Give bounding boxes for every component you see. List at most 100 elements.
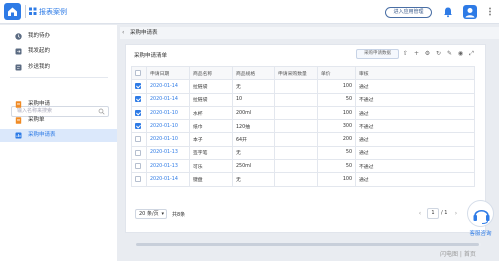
enter-app-management-button[interactable]: 进入应用管理 — [385, 7, 432, 18]
spec-cell: 无 — [232, 172, 275, 187]
status-cell: 通过 — [355, 132, 475, 147]
total-count: 共8条 — [172, 212, 186, 218]
date-cell: 2020-01-13 — [146, 159, 190, 174]
headset-icon[interactable] — [467, 200, 494, 227]
checkbox-cell[interactable] — [131, 172, 147, 187]
sidebar: 我的待办 我发起的 抄送我的 输入名称来搜索 采购申请 采购单 采购申请表 — [0, 25, 117, 261]
sidebar-item-label: 我发起的 — [28, 48, 51, 54]
checkbox-cell[interactable] — [131, 159, 147, 174]
row-checkbox[interactable] — [135, 136, 141, 143]
checkbox-cell[interactable] — [131, 79, 147, 94]
refresh-icon[interactable]: ↻ — [435, 50, 442, 57]
user-avatar[interactable] — [463, 5, 477, 19]
checkbox-cell[interactable] — [131, 105, 147, 121]
next-page-button[interactable]: › — [451, 208, 461, 219]
watermark: 闪电图 | 首页 — [440, 251, 476, 258]
row-checkbox[interactable] — [135, 83, 141, 90]
bell-icon[interactable] — [442, 6, 454, 18]
collapse-chevron-icon[interactable]: ‹ — [122, 29, 124, 37]
row-checkbox[interactable] — [135, 109, 141, 116]
product-name-cell: 纸巾 — [189, 119, 233, 134]
table-row[interactable]: 2020-01-13 可乐 250ml 50 不通过 — [131, 159, 475, 174]
select-all-cell[interactable] — [131, 65, 147, 81]
purchase-request-data-button[interactable]: 采购申请数据 — [356, 49, 399, 59]
settings-icon[interactable]: ⚙ — [424, 50, 431, 57]
column-header[interactable]: 商品规格 — [232, 65, 275, 81]
page-size-value: 20 条/页 — [139, 211, 159, 217]
fullscreen-icon[interactable]: ⤢ — [468, 50, 475, 57]
column-header[interactable]: 商品名称 — [189, 65, 233, 81]
data-table: 申请日期 商品名称 商品规格 申请采购数量 单价 审核 2020-01-14 拉链… — [131, 65, 475, 187]
quantity-cell — [274, 132, 318, 147]
prev-page-button[interactable]: ‹ — [415, 208, 425, 219]
report-panel: 采购申请清单 采购申请数据 ⇧ + ⚙ ↻ ✎ ◉ ⤢ 采购单深化 申请日期 商… — [125, 44, 486, 246]
scrollbar-thumb[interactable] — [136, 243, 479, 246]
date-cell: 2020-01-10 — [146, 119, 190, 134]
date-cell: 2020-01-14 — [146, 92, 190, 107]
sidebar-item-label: 采购申请表 — [28, 132, 56, 138]
quantity-cell — [274, 172, 318, 187]
sidebar-item-purchase-request-report[interactable]: 采购申请表 — [0, 129, 117, 142]
row-checkbox[interactable] — [135, 96, 141, 103]
column-header[interactable]: 申请采购数量 — [274, 65, 318, 81]
select-all-checkbox[interactable] — [135, 69, 141, 76]
sidebar-item-my-initiated[interactable]: 我发起的 — [0, 45, 117, 58]
todo-icon — [15, 33, 22, 40]
share-icon[interactable]: ⇧ — [402, 50, 409, 57]
spec-cell: 200ml — [232, 105, 275, 121]
column-header[interactable]: 申请日期 — [146, 65, 190, 81]
spec-cell: 120抽 — [232, 119, 275, 134]
sidebar-item-purchase-order[interactable]: 采购单 — [0, 114, 117, 127]
sidebar-item-label: 抄送我的 — [28, 64, 51, 70]
customer-service-widget[interactable]: 客服咨询 — [462, 200, 499, 240]
table-row[interactable]: 2020-01-14 键盘无 100 通过 — [131, 172, 475, 187]
status-cell: 不通过 — [355, 92, 475, 107]
row-checkbox[interactable] — [135, 162, 141, 169]
page-size-select[interactable]: 20 条/页 ▾ — [135, 209, 167, 219]
row-checkbox[interactable] — [135, 176, 141, 183]
sidebar-item-my-todo[interactable]: 我的待办 — [0, 30, 117, 43]
tab-label: 采购申请表 — [130, 30, 158, 36]
table-row[interactable]: 2020-01-10 水杯 200ml 100 通过 — [131, 105, 475, 121]
row-checkbox[interactable] — [135, 123, 141, 130]
column-header[interactable]: 单价 — [317, 65, 356, 81]
quantity-cell — [274, 92, 318, 107]
status-cell: 通过 — [355, 172, 475, 187]
current-page-input[interactable]: 1 — [427, 208, 439, 219]
date-cell: 2020-01-13 — [146, 145, 190, 161]
checkbox-cell[interactable] — [131, 145, 147, 161]
checkbox-cell[interactable] — [131, 92, 147, 107]
more-menu-icon[interactable] — [486, 7, 494, 16]
checkbox-cell[interactable] — [131, 132, 147, 147]
table-row[interactable]: 2020-01-10 纸巾 120抽 300 不通过 — [131, 119, 475, 134]
table-row[interactable]: 2020-01-14 拉链袋无 100 通过 — [131, 79, 475, 94]
checkbox-cell[interactable] — [131, 119, 147, 134]
quantity-cell — [274, 119, 318, 134]
product-name-cell: 拉链袋 — [189, 79, 233, 94]
sidebar-item-purchase-request[interactable]: 采购申请 — [0, 98, 117, 111]
price-cell: 100 — [317, 79, 356, 94]
form-icon — [15, 101, 22, 108]
home-icon — [8, 7, 17, 16]
sent-icon — [15, 48, 22, 55]
table-row[interactable]: 2020-01-14 拉链袋 10 50 不通过 — [131, 92, 475, 107]
edit-icon[interactable]: ✎ — [446, 50, 453, 57]
quantity-cell — [274, 79, 318, 94]
sidebar-divider — [10, 77, 108, 78]
eye-icon[interactable]: ◉ — [457, 50, 464, 57]
top-bar: 报表案例 进入应用管理 — [0, 0, 499, 24]
table-row[interactable]: 2020-01-10 本子 64开 200 通过 — [131, 132, 475, 147]
column-header[interactable]: 审核 — [355, 65, 475, 81]
horizontal-scrollbar[interactable] — [136, 243, 481, 246]
tab-purchase-request-report[interactable]: ‹ 采购申请表 — [120, 27, 190, 39]
chevron-down-icon: ▾ — [161, 211, 164, 217]
spec-cell: 无 — [232, 79, 275, 94]
plus-icon[interactable]: + — [413, 50, 420, 57]
sidebar-item-label: 我的待办 — [28, 33, 51, 39]
table-row[interactable]: 2020-01-13 签字笔无 50 通过 — [131, 145, 475, 161]
home-logo[interactable] — [4, 3, 21, 20]
app-switch-icon[interactable] — [29, 7, 37, 16]
panel-title: 采购申请清单 — [134, 53, 168, 59]
row-checkbox[interactable] — [135, 149, 141, 156]
sidebar-item-cc-me[interactable]: 抄送我的 — [0, 61, 117, 74]
